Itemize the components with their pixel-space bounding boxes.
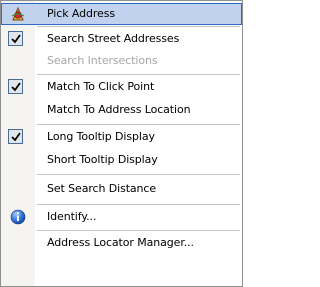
menu-item-label: Identify... — [47, 210, 97, 223]
menu-item-identify[interactable]: Identify... — [1, 206, 242, 228]
menu-separator — [37, 204, 240, 205]
menu-separator — [37, 26, 240, 27]
menu-item-match-to-click-point[interactable]: Match To Click Point — [1, 76, 242, 98]
menu-item-address-locator-manager[interactable]: Address Locator Manager... — [1, 232, 242, 254]
checkmark-icon — [8, 129, 23, 144]
menu-separator — [37, 174, 240, 175]
menu-separator — [37, 74, 240, 75]
menu-item-label: Long Tooltip Display — [47, 130, 155, 143]
menu-separator — [37, 230, 240, 231]
pick-address-icon — [10, 6, 26, 25]
menu-item-long-tooltip-display[interactable]: Long Tooltip Display — [1, 126, 242, 148]
identify-icon — [10, 209, 26, 228]
menu-item-set-search-distance[interactable]: Set Search Distance — [1, 178, 242, 200]
menu-item-label: Set Search Distance — [47, 182, 157, 195]
menu-item-short-tooltip-display[interactable]: Short Tooltip Display — [1, 149, 242, 171]
menu-item-label: Address Locator Manager... — [47, 236, 194, 249]
menu-item-search-intersections: Search Intersections — [1, 50, 242, 72]
context-menu: Pick Address Search Street Addresses Sea… — [0, 0, 243, 287]
menu-item-label: Match To Address Location — [47, 103, 191, 116]
checkmark-icon — [8, 79, 23, 94]
menu-item-label: Search Street Addresses — [47, 32, 180, 45]
menu-item-match-to-address-location[interactable]: Match To Address Location — [1, 99, 242, 121]
checkmark-icon — [8, 31, 23, 46]
menu-item-label: Match To Click Point — [47, 80, 155, 93]
menu-item-search-street-addresses[interactable]: Search Street Addresses — [1, 28, 242, 50]
menu-separator — [37, 124, 240, 125]
menu-item-label: Search Intersections — [47, 54, 158, 67]
menu-item-label: Short Tooltip Display — [47, 153, 158, 166]
menu-item-label: Pick Address — [47, 7, 115, 20]
menu-item-pick-address[interactable]: Pick Address — [1, 3, 242, 25]
